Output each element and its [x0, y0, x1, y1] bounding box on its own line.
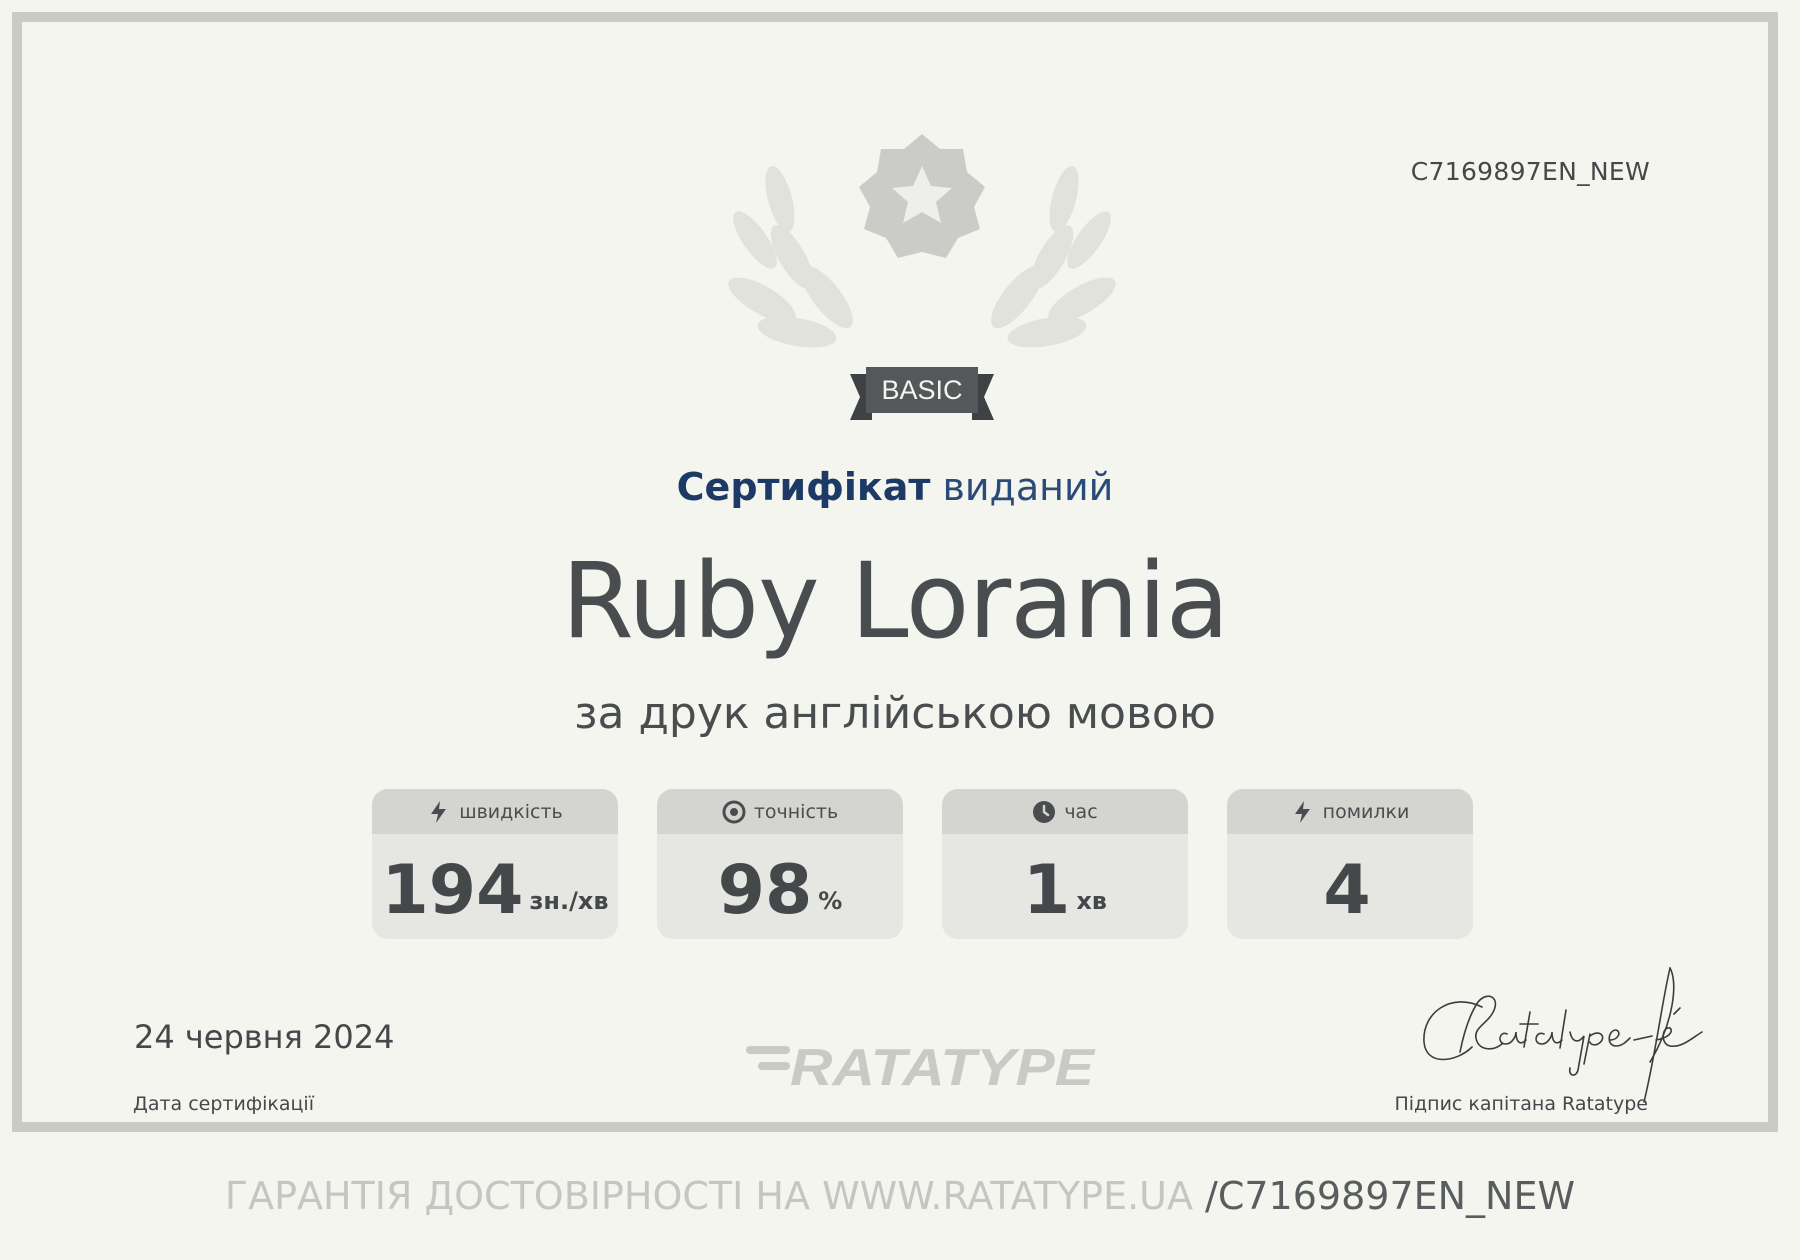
lightning-icon	[431, 800, 447, 823]
stat-label: швидкість	[459, 800, 563, 823]
stat-label: точність	[753, 800, 839, 823]
stat-card-speed: швидкість 194 зн./хв	[372, 789, 618, 939]
ratatype-logo: RATATYPE	[746, 1039, 1095, 1090]
laurel-left-icon	[728, 166, 853, 348]
stat-unit: зн./хв	[529, 887, 609, 915]
stat-body: 1 хв	[942, 834, 1188, 939]
stat-label: помилки	[1322, 800, 1410, 823]
stat-value: 1	[1023, 851, 1071, 930]
stat-card-errors: помилки 4	[1227, 789, 1473, 939]
handwritten-signature-icon	[1423, 967, 1703, 1103]
recipient-name: Ruby Lorania	[561, 540, 1230, 662]
stat-header: помилки	[1227, 789, 1473, 834]
verification-prefix: ГАРАНТІЯ ДОСТОВІРНОСТІ НА WWW.RATATYPE.U…	[224, 1174, 1206, 1218]
stat-card-accuracy: точність 98 %	[657, 789, 903, 939]
certificate-frame: C7169897EN_NEW BASIC Сертифікат виданий …	[12, 12, 1778, 1132]
certification-date: 24 червня 2024	[134, 1018, 395, 1056]
target-icon	[722, 800, 746, 823]
stat-header: час	[942, 789, 1188, 834]
certification-date-label: Дата сертифікації	[133, 1093, 314, 1115]
issued-light: виданий	[942, 465, 1114, 509]
stat-value: 4	[1323, 851, 1371, 930]
basic-badge: BASIC	[728, 134, 1116, 420]
verification-path: /C7169897EN_NEW	[1205, 1174, 1576, 1218]
stat-label: час	[1064, 800, 1098, 823]
logo-text: RATATYPE	[790, 1039, 1095, 1090]
certificate-subtitle: за друк англійською мовою	[574, 688, 1216, 739]
signature-label: Підпис капітана Ratatype	[1394, 1093, 1648, 1115]
verification-footer: ГАРАНТІЯ ДОСТОВІРНОСТІ НА WWW.RATATYPE.U…	[0, 1174, 1800, 1218]
certificate-id: C7169897EN_NEW	[1410, 157, 1650, 186]
stats-row: швидкість 194 зн./хв точність 98 % час 1…	[372, 789, 1473, 939]
laurel-right-icon	[991, 166, 1116, 348]
stat-unit: %	[818, 887, 843, 915]
stat-value: 98	[717, 851, 813, 930]
logo-speed-lines-icon	[746, 1046, 790, 1070]
stat-body: 98 %	[657, 834, 903, 939]
stat-header: швидкість	[372, 789, 618, 834]
star-rosette-icon	[859, 134, 985, 258]
certificate-issued-heading: Сертифікат виданий	[22, 465, 1768, 509]
stat-value: 194	[381, 851, 524, 930]
stat-unit: хв	[1076, 887, 1107, 915]
issued-bold: Сертифікат	[676, 465, 931, 509]
stat-card-time: час 1 хв	[942, 789, 1188, 939]
stat-body: 4	[1227, 834, 1473, 939]
clock-icon	[1033, 800, 1056, 823]
lightning-icon	[1294, 800, 1310, 823]
stat-body: 194 зн./хв	[372, 834, 618, 939]
stat-header: точність	[657, 789, 903, 834]
badge-label: BASIC	[881, 375, 962, 405]
